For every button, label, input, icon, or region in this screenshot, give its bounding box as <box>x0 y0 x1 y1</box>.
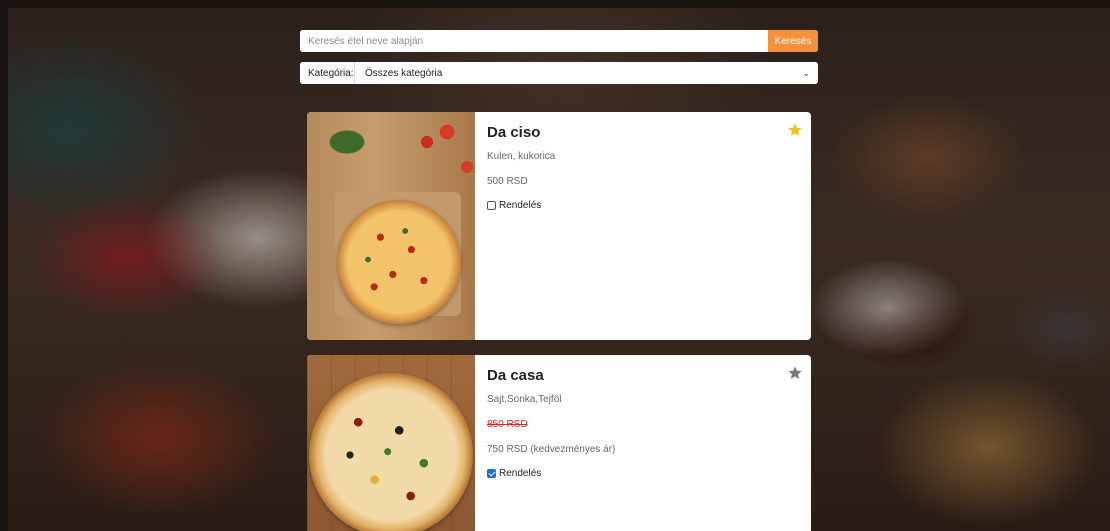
food-price: 500 RSD <box>487 176 528 187</box>
food-image <box>307 112 475 340</box>
category-selected-value: Összes kategória <box>365 67 443 79</box>
food-card-body: Da casa Sajt,Sonka,Tejföl 850 RSD 750 RS… <box>475 355 811 531</box>
pizza-image <box>337 200 461 324</box>
favorite-star-icon[interactable] <box>787 365 803 381</box>
category-label: Kategória: <box>300 62 355 84</box>
order-checkbox[interactable]: Rendelés <box>487 468 799 479</box>
food-title: Da casa <box>487 367 544 384</box>
food-card: Da ciso Kulen, kukorica 500 RSD Rendelés <box>307 112 811 340</box>
search-button[interactable]: Keresés <box>768 30 818 52</box>
order-label: Rendelés <box>499 200 542 211</box>
favorite-star-icon[interactable] <box>787 122 803 138</box>
category-select[interactable]: Összes kategória ⌄ <box>355 62 818 84</box>
food-card-body: Da ciso Kulen, kukorica 500 RSD Rendelés <box>475 112 811 340</box>
category-filter: Kategória: Összes kategória ⌄ <box>300 62 818 84</box>
chevron-down-icon: ⌄ <box>802 67 810 78</box>
pizza-image <box>309 373 473 531</box>
food-card: Da casa Sajt,Sonka,Tejföl 850 RSD 750 RS… <box>307 355 811 531</box>
search-bar: Keresés <box>300 30 818 52</box>
search-input[interactable] <box>300 30 768 52</box>
food-old-price: 850 RSD <box>487 419 528 430</box>
checkbox-icon[interactable] <box>487 201 496 210</box>
food-description: Sajt,Sonka,Tejföl <box>487 394 562 405</box>
food-image <box>307 355 475 531</box>
food-description: Kulen, kukorica <box>487 151 556 162</box>
food-price: 750 RSD (kedvezményes ár) <box>487 444 616 455</box>
food-title: Da ciso <box>487 124 541 141</box>
checkbox-checked-icon[interactable] <box>487 469 496 478</box>
order-label: Rendelés <box>499 468 542 479</box>
order-checkbox[interactable]: Rendelés <box>487 200 799 211</box>
